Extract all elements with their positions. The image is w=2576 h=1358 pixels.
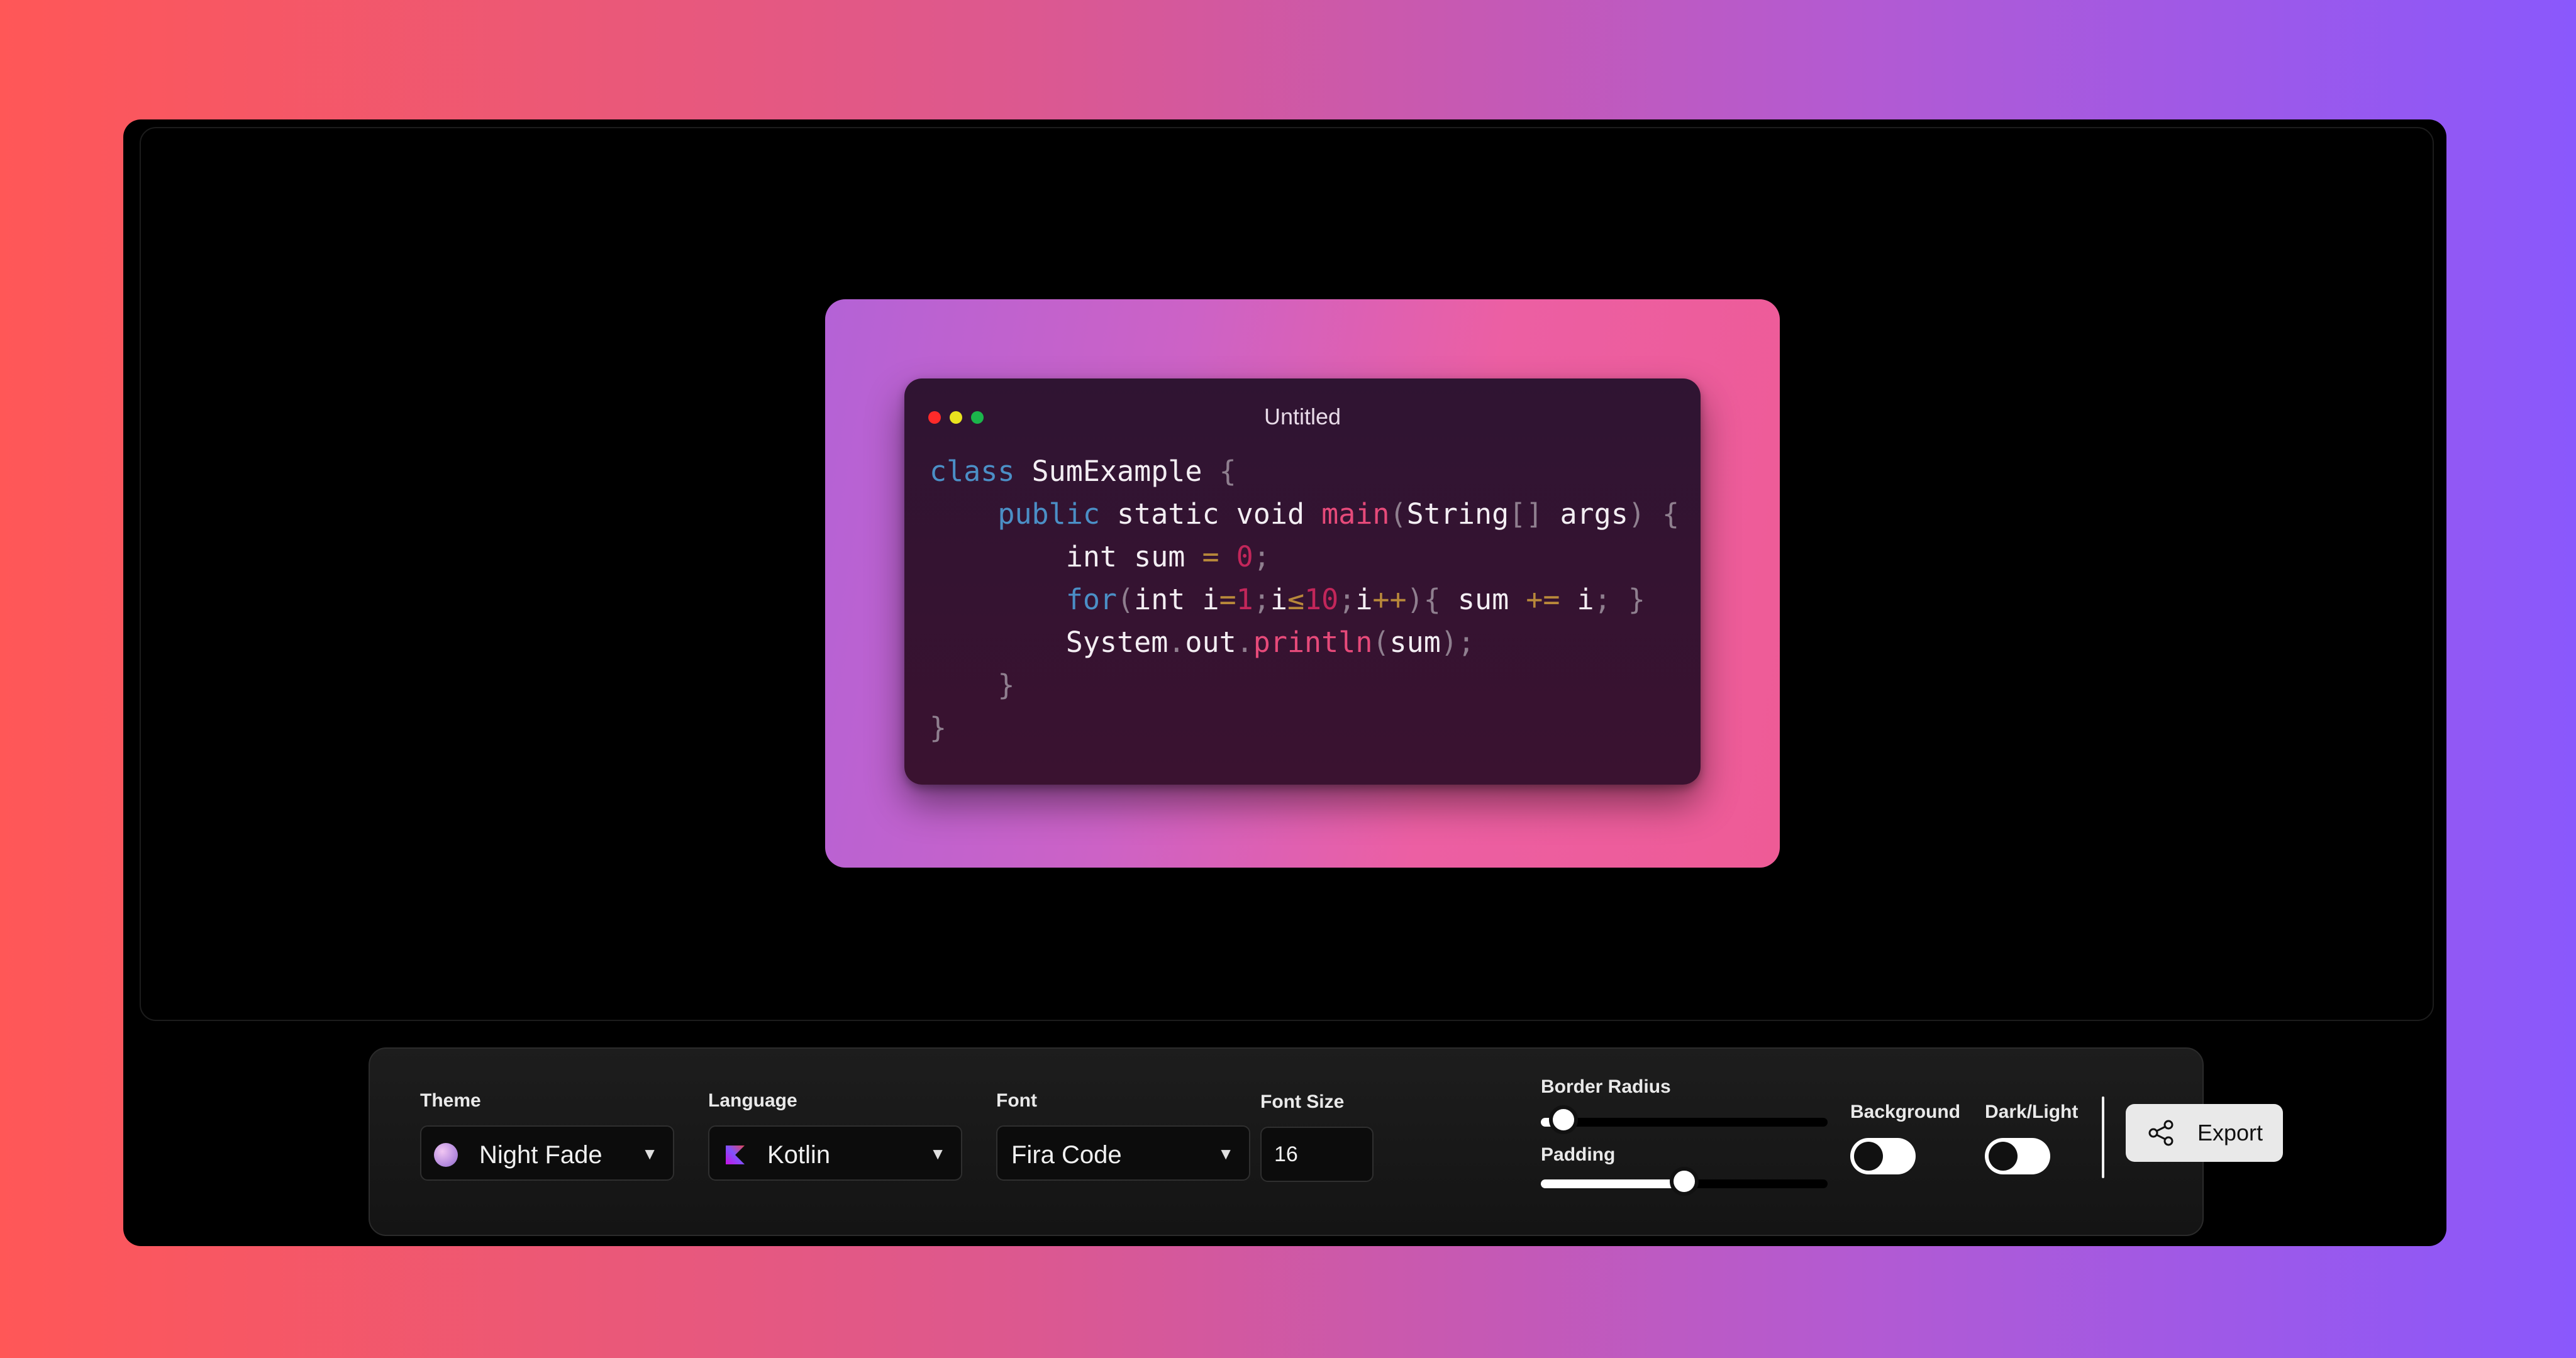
- code-token: );: [1440, 626, 1475, 659]
- code-token: ) {: [1628, 497, 1680, 531]
- toolbar: Theme Night Fade ▼ Language Kotlin ▼ Fon…: [369, 1047, 2283, 1236]
- language-select[interactable]: Kotlin ▼: [708, 1125, 962, 1181]
- background-label: Background: [1850, 1101, 1961, 1122]
- code-line: }: [930, 711, 947, 744]
- code-token: for: [930, 583, 1118, 616]
- font-select[interactable]: Fira Code ▼: [996, 1125, 1250, 1181]
- code-token: .: [1236, 626, 1253, 659]
- export-button[interactable]: Export: [2126, 1104, 2283, 1162]
- theme-swatch-icon: [434, 1143, 458, 1167]
- slider-thumb[interactable]: [1549, 1105, 1579, 1134]
- export-label: Export: [2197, 1120, 2263, 1145]
- code-token: i: [1270, 583, 1287, 616]
- preview-area: Untitled class SumExample { public stati…: [140, 127, 2434, 1021]
- code-token: =: [1219, 583, 1236, 616]
- code-token: int sum: [930, 540, 1202, 573]
- code-line: int sum = 0;: [930, 540, 1270, 573]
- language-value: Kotlin: [767, 1141, 831, 1169]
- code-token: out: [1185, 626, 1236, 659]
- code-token: }: [930, 668, 1015, 702]
- code-line: for(int i=1;i≤10;i++){ sum += i; }: [930, 583, 1645, 616]
- theme-value: Night Fade: [479, 1141, 602, 1169]
- code-token: println: [1253, 626, 1373, 659]
- border-radius-slider[interactable]: [1541, 1105, 1828, 1134]
- font-label: Font: [996, 1090, 1037, 1111]
- code-token: sum: [1389, 626, 1441, 659]
- padding-slider[interactable]: [1541, 1167, 1828, 1196]
- slider-fill: [1541, 1179, 1684, 1188]
- toggle-knob: [1854, 1142, 1883, 1171]
- code-token: System: [930, 626, 1169, 659]
- dark-light-label: Dark/Light: [1985, 1101, 2079, 1122]
- code-token: (: [1389, 497, 1407, 531]
- code-token: ;: [1253, 540, 1270, 573]
- code-token: class: [930, 455, 1015, 488]
- code-token: public: [930, 497, 1100, 531]
- slider-track: [1541, 1118, 1828, 1127]
- app-frame: Untitled class SumExample { public stati…: [123, 119, 2446, 1246]
- code-token: sum: [1457, 583, 1526, 616]
- code-token: ≤: [1287, 583, 1305, 616]
- code-window-title[interactable]: Untitled: [904, 404, 1701, 430]
- kotlin-logo-icon: [726, 1145, 745, 1164]
- theme-select[interactable]: Night Fade ▼: [420, 1125, 674, 1181]
- chevron-down-icon: ▼: [1218, 1144, 1234, 1163]
- toolbar-divider: [2102, 1096, 2104, 1178]
- code-token: }: [930, 711, 947, 744]
- code-token: ;: [1338, 583, 1356, 616]
- background-toggle[interactable]: [1850, 1138, 1916, 1174]
- code-token: ; }: [1594, 583, 1645, 616]
- font-size-input[interactable]: 16: [1260, 1127, 1374, 1182]
- code-token: 10: [1304, 583, 1339, 616]
- slider-thumb[interactable]: [1670, 1167, 1699, 1196]
- code-token: ;: [1253, 583, 1270, 616]
- code-token: ++: [1372, 583, 1407, 616]
- language-label: Language: [708, 1090, 797, 1111]
- border-radius-label: Border Radius: [1541, 1076, 1671, 1097]
- theme-label: Theme: [420, 1090, 481, 1111]
- code-token: 1: [1236, 583, 1253, 616]
- code-token: 0: [1236, 540, 1253, 573]
- code-token: args: [1543, 497, 1628, 531]
- code-line: class SumExample {: [930, 455, 1236, 488]
- chevron-down-icon: ▼: [641, 1144, 658, 1163]
- code-token: =: [1202, 540, 1219, 573]
- code-background-frame: Untitled class SumExample { public stati…: [825, 299, 1780, 868]
- code-token: ){: [1406, 583, 1458, 616]
- code-token: String: [1406, 497, 1509, 531]
- code-token: SumExample: [1014, 455, 1219, 488]
- code-token: []: [1509, 497, 1543, 531]
- code-token: main: [1321, 497, 1390, 531]
- code-line: public static void main(String[] args) {: [930, 497, 1679, 531]
- code-token: int i: [1134, 583, 1219, 616]
- code-editor[interactable]: class SumExample { public static void ma…: [930, 450, 1679, 749]
- code-token: i: [1355, 583, 1373, 616]
- toggle-knob: [1989, 1142, 2018, 1171]
- dark-light-toggle[interactable]: [1985, 1138, 2050, 1174]
- padding-label: Padding: [1541, 1144, 1616, 1165]
- code-token: .: [1168, 626, 1185, 659]
- code-token: +=: [1526, 583, 1560, 616]
- code-token: i: [1560, 583, 1594, 616]
- code-window: Untitled class SumExample { public stati…: [904, 378, 1701, 785]
- code-line: }: [930, 668, 1014, 702]
- share-icon: [2148, 1120, 2174, 1146]
- code-token: (: [1117, 583, 1135, 616]
- chevron-down-icon: ▼: [930, 1144, 946, 1163]
- code-token: static void: [1099, 497, 1322, 531]
- code-token: (: [1372, 626, 1390, 659]
- font-value: Fira Code: [1011, 1141, 1122, 1169]
- code-token: {: [1219, 455, 1236, 488]
- font-size-label: Font Size: [1260, 1091, 1345, 1112]
- code-line: System.out.println(sum);: [930, 626, 1475, 659]
